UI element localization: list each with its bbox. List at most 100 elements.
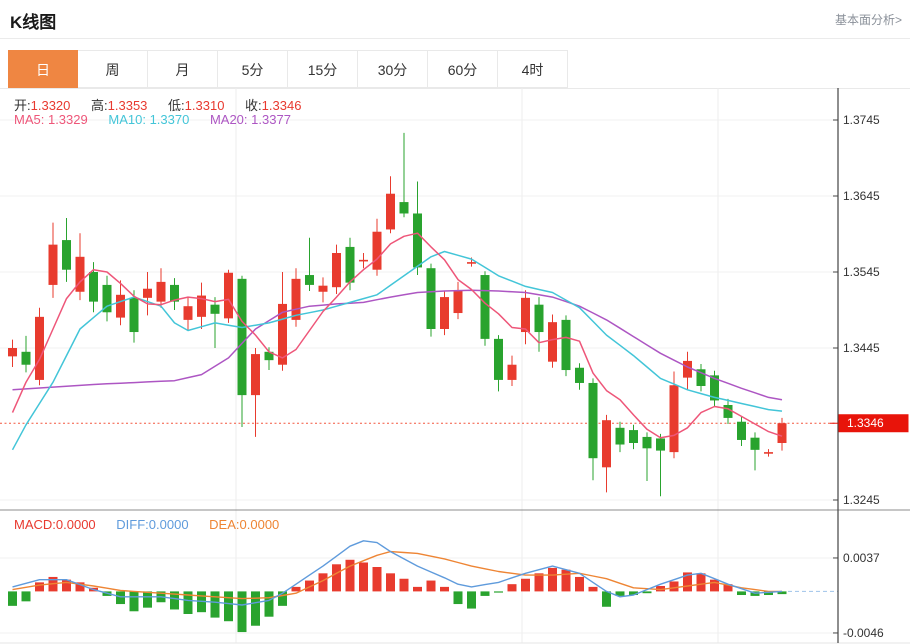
- candle-body: [521, 298, 530, 332]
- candle-body: [656, 438, 665, 450]
- price-axis-label: 1.3245: [843, 493, 880, 507]
- ma5-value: 1.3329: [48, 112, 88, 127]
- ma-readout: MA5: 1.3329 MA10: 1.3370 MA20: 1.3377: [14, 112, 308, 127]
- candle-body: [440, 297, 449, 329]
- candle-body: [143, 289, 152, 298]
- macd-bar: [359, 562, 368, 591]
- macd-bar: [575, 577, 584, 591]
- candle-body: [724, 405, 733, 418]
- macd-label: MACD:: [14, 517, 56, 532]
- ma10-label: MA10:: [108, 112, 146, 127]
- candle-body: [332, 253, 341, 287]
- macd-bar: [697, 573, 706, 591]
- candle-body: [629, 430, 638, 443]
- macd-axis-label: -0.0046: [843, 626, 884, 640]
- candle-body: [764, 452, 773, 454]
- candle-body: [454, 290, 463, 313]
- macd-bar: [224, 591, 233, 621]
- candle-body: [386, 194, 395, 230]
- candle-body: [427, 268, 436, 329]
- candle-body: [508, 365, 517, 380]
- candle-body: [157, 282, 166, 302]
- macd-bar: [710, 580, 719, 592]
- candle-body: [238, 279, 247, 395]
- ma10-line: [13, 252, 783, 450]
- candle-body: [116, 295, 125, 318]
- kline-page: 1.37451.36451.35451.34451.32450.0037-0.0…: [0, 0, 910, 644]
- candle-body: [49, 245, 58, 285]
- macd-bar: [238, 591, 247, 632]
- dea-label: DEA:: [209, 517, 239, 532]
- open-label: 开:: [14, 98, 31, 113]
- macd-value: 0.0000: [56, 517, 96, 532]
- ma20-line: [13, 290, 783, 400]
- macd-bar: [130, 591, 139, 611]
- open-value: 1.3320: [31, 98, 71, 113]
- close-label: 收:: [245, 98, 262, 113]
- macd-bar: [535, 573, 544, 591]
- ma20-value: 1.3377: [251, 112, 291, 127]
- high-label: 高:: [91, 98, 108, 113]
- price-axis-label: 1.3545: [843, 265, 880, 279]
- macd-bar: [211, 591, 220, 617]
- candle-body: [616, 428, 625, 445]
- macd-bar: [494, 591, 503, 592]
- candle-body: [346, 247, 355, 283]
- macd-bar: [332, 564, 341, 591]
- price-axis-label: 1.3445: [843, 341, 880, 355]
- candle-body: [184, 306, 193, 320]
- candle-body: [737, 422, 746, 440]
- macd-bar: [737, 591, 746, 595]
- candle-body: [562, 320, 571, 370]
- candle-body: [535, 305, 544, 332]
- candle-body: [89, 272, 98, 302]
- macd-bar: [373, 567, 382, 591]
- candle-body: [575, 368, 584, 383]
- low-label: 低:: [168, 98, 185, 113]
- macd-bar: [548, 568, 557, 591]
- candle-body: [602, 420, 611, 467]
- close-value: 1.3346: [262, 98, 302, 113]
- diff-label: DIFF:: [116, 517, 149, 532]
- candle-body: [224, 273, 233, 319]
- dea-line: [13, 552, 783, 599]
- macd-bar: [602, 591, 611, 606]
- macd-bar: [251, 591, 260, 625]
- macd-bar: [413, 587, 422, 592]
- macd-bar: [589, 587, 598, 592]
- low-value: 1.3310: [185, 98, 225, 113]
- candle-body: [8, 348, 17, 356]
- candle-body: [373, 232, 382, 270]
- dea-value: 0.0000: [240, 517, 280, 532]
- candle-body: [589, 383, 598, 458]
- candle-body: [548, 322, 557, 362]
- macd-bar: [265, 591, 274, 616]
- macd-bar: [440, 587, 449, 592]
- candle-body: [22, 352, 31, 365]
- macd-readout: MACD:0.0000 DIFF:0.0000 DEA:0.0000: [14, 517, 296, 532]
- macd-bar: [22, 591, 31, 601]
- macd-bar: [143, 591, 152, 607]
- candle-body: [359, 260, 368, 262]
- candle-body: [467, 262, 476, 264]
- macd-bar: [35, 582, 44, 591]
- macd-bar: [508, 584, 517, 591]
- price-axis-label: 1.3645: [843, 189, 880, 203]
- candle-body: [211, 305, 220, 314]
- candle-body: [670, 385, 679, 452]
- ma5-label: MA5:: [14, 112, 44, 127]
- macd-bar: [8, 591, 17, 605]
- candle-body: [400, 202, 409, 213]
- candle-body: [683, 361, 692, 378]
- candle-body: [130, 298, 139, 332]
- macd-bar: [386, 573, 395, 591]
- candle-body: [751, 438, 760, 450]
- ma20-label: MA20:: [210, 112, 248, 127]
- candle-body: [62, 240, 71, 270]
- ma5-line: [13, 233, 783, 438]
- candle-body: [35, 317, 44, 380]
- candle-body: [292, 279, 301, 320]
- diff-value: 0.0000: [149, 517, 189, 532]
- macd-bar: [427, 581, 436, 592]
- candle-body: [494, 339, 503, 380]
